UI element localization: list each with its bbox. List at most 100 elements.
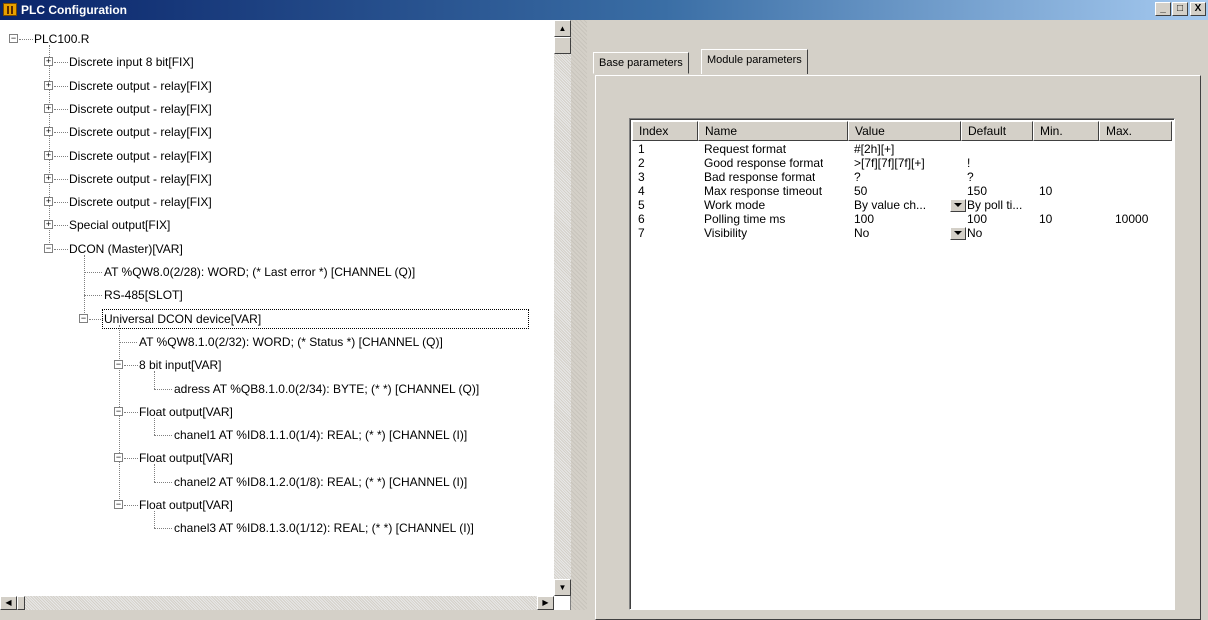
cell-value[interactable]: >[7f][7f][7f][+]: [854, 156, 925, 170]
tree-node-label[interactable]: Discrete output - relay[FIX]: [69, 122, 212, 142]
collapse-toggle-icon[interactable]: −: [114, 453, 123, 462]
collapse-toggle-icon[interactable]: −: [114, 500, 123, 509]
tree-horizontal-scrollbar[interactable]: ◀ ▶: [0, 596, 554, 610]
expand-toggle-icon[interactable]: +: [44, 81, 53, 90]
scroll-thumb[interactable]: [554, 37, 571, 54]
collapse-toggle-icon[interactable]: −: [114, 407, 123, 416]
tree-node-label[interactable]: AT %QW8.1.0(2/32): WORD; (* Status *) [C…: [139, 332, 443, 352]
cell-name: Bad response format: [704, 170, 816, 184]
collapse-toggle-icon[interactable]: −: [9, 34, 18, 43]
header-value[interactable]: Value: [848, 121, 961, 141]
tree-connector: [54, 249, 68, 250]
hscroll-thumb[interactable]: [17, 596, 25, 610]
tree-node-label[interactable]: Float output[VAR]: [139, 448, 233, 468]
parameter-row[interactable]: 3 Bad response format??: [632, 170, 1172, 184]
cell-value[interactable]: By value ch...: [854, 198, 946, 212]
dropdown-arrow-icon[interactable]: [950, 227, 966, 240]
tree-connector: [54, 86, 68, 87]
cell-index: 5: [638, 198, 645, 212]
tree-node-label[interactable]: Discrete output - relay[FIX]: [69, 169, 212, 189]
close-button[interactable]: X: [1190, 2, 1206, 16]
module-parameters-grid[interactable]: Index Name Value Default Min. Max. 1 Requ…: [629, 118, 1175, 610]
header-name[interactable]: Name: [698, 121, 848, 141]
cell-default: 150: [967, 184, 988, 198]
tab-module-parameters[interactable]: Module parameters: [701, 49, 808, 74]
tree-node-label[interactable]: chanel3 AT %ID8.1.3.0(1/12): REAL; (* *)…: [174, 518, 474, 538]
collapse-toggle-icon[interactable]: −: [79, 314, 88, 323]
cell-index: 3: [638, 170, 645, 184]
tree-connector: [84, 272, 102, 273]
maximize-button[interactable]: □: [1172, 2, 1188, 16]
cell-max: 10000: [1115, 212, 1149, 226]
tree-node-label[interactable]: chanel1 AT %ID8.1.1.0(1/4): REAL; (* *) …: [174, 425, 467, 445]
selected-node-highlight: [102, 309, 529, 329]
scroll-left-arrow-icon[interactable]: ◀: [0, 596, 17, 610]
cell-index: 2: [638, 156, 645, 170]
expand-toggle-icon[interactable]: +: [44, 151, 53, 160]
tree-node-label[interactable]: RS-485[SLOT]: [104, 285, 183, 305]
tree-connector: [154, 389, 172, 390]
scroll-down-arrow-icon[interactable]: ▼: [554, 579, 571, 596]
tree-connector: [124, 458, 138, 459]
tab-base-parameters[interactable]: Base parameters: [593, 52, 689, 74]
tree-node-label[interactable]: 8 bit input[VAR]: [139, 355, 222, 375]
tree-node-label[interactable]: DCON (Master)[VAR]: [69, 239, 183, 259]
tree-node-label[interactable]: PLC100.R: [34, 29, 89, 49]
scroll-right-arrow-icon[interactable]: ▶: [537, 596, 554, 610]
header-max[interactable]: Max.: [1099, 121, 1172, 141]
tree-node-label[interactable]: Discrete output - relay[FIX]: [69, 146, 212, 166]
cell-value[interactable]: #[2h][+]: [854, 142, 894, 156]
tree-node-label[interactable]: AT %QW8.0(2/28): WORD; (* Last error *) …: [104, 262, 415, 282]
parameter-row[interactable]: 6 Polling time ms 100 100 10 10000: [632, 212, 1172, 226]
plc-configuration-window: PLC Configuration _ □ X − PLC100.R + Discre…: [0, 0, 1208, 620]
cell-name: Polling time ms: [704, 212, 786, 226]
header-min[interactable]: Min.: [1033, 121, 1099, 141]
cell-value[interactable]: 50: [854, 184, 867, 198]
configuration-tree[interactable]: − PLC100.R + Discrete input 8 bit[FIX] + Disc…: [0, 20, 571, 610]
expand-toggle-icon[interactable]: +: [44, 174, 53, 183]
expand-toggle-icon[interactable]: +: [44, 127, 53, 136]
cell-name: Good response format: [704, 156, 824, 170]
tree-node-label[interactable]: Float output[VAR]: [139, 495, 233, 515]
parameter-row[interactable]: 5 Work mode By value ch... By poll ti...: [632, 198, 1172, 212]
cell-name: Request format: [704, 142, 787, 156]
collapse-toggle-icon[interactable]: −: [44, 244, 53, 253]
pane-splitter[interactable]: [571, 20, 587, 610]
cell-min: 10: [1039, 184, 1053, 198]
tree-node-label[interactable]: chanel2 AT %ID8.1.2.0(1/8): REAL; (* *) …: [174, 472, 467, 492]
expand-toggle-icon[interactable]: +: [44, 220, 53, 229]
cell-value[interactable]: No: [854, 226, 946, 240]
collapse-toggle-icon[interactable]: −: [114, 360, 123, 369]
tree-node-label[interactable]: Discrete output - relay[FIX]: [69, 192, 212, 212]
scroll-up-arrow-icon[interactable]: ▲: [554, 20, 571, 37]
tree-node-label[interactable]: Special output[FIX]: [69, 215, 170, 235]
cell-value[interactable]: 100: [854, 212, 874, 226]
cell-default: ?: [967, 170, 974, 184]
minimize-button[interactable]: _: [1155, 2, 1171, 16]
expand-toggle-icon[interactable]: +: [44, 57, 53, 66]
cell-name: Max response timeout: [704, 184, 823, 198]
tree-vertical-scrollbar[interactable]: ▲ ▼: [554, 20, 571, 596]
cell-name: Visibility: [704, 226, 748, 240]
cell-name: Work mode: [704, 198, 766, 212]
expand-toggle-icon[interactable]: +: [44, 197, 53, 206]
tree-node-label[interactable]: Discrete output - relay[FIX]: [69, 76, 212, 96]
tree-connector: [54, 202, 68, 203]
cell-value[interactable]: ?: [854, 170, 861, 184]
tree-connector: [54, 156, 68, 157]
dropdown-arrow-icon[interactable]: [950, 199, 966, 212]
tree-connector-vertical: [84, 255, 85, 319]
tree-node-label[interactable]: Discrete output - relay[FIX]: [69, 99, 212, 119]
parameter-row[interactable]: 1 Request format #[2h][+]: [632, 142, 1172, 156]
expand-toggle-icon[interactable]: +: [44, 104, 53, 113]
tree-node-label[interactable]: Discrete input 8 bit[FIX]: [69, 52, 194, 72]
tree-node-label[interactable]: Float output[VAR]: [139, 402, 233, 422]
tree-node-label[interactable]: adress AT %QB8.1.0.0(2/34): BYTE; (* *) …: [174, 379, 479, 399]
parameter-row[interactable]: 7 Visibility No No: [632, 226, 1172, 240]
header-default[interactable]: Default: [961, 121, 1033, 141]
header-index[interactable]: Index: [632, 121, 698, 141]
parameter-row[interactable]: 2 Good response format >[7f][7f][7f][+]!: [632, 156, 1172, 170]
parameter-row[interactable]: 4 Max response timeout 50 150 10: [632, 184, 1172, 198]
tree-connector: [54, 225, 68, 226]
tree-connector: [124, 505, 138, 506]
